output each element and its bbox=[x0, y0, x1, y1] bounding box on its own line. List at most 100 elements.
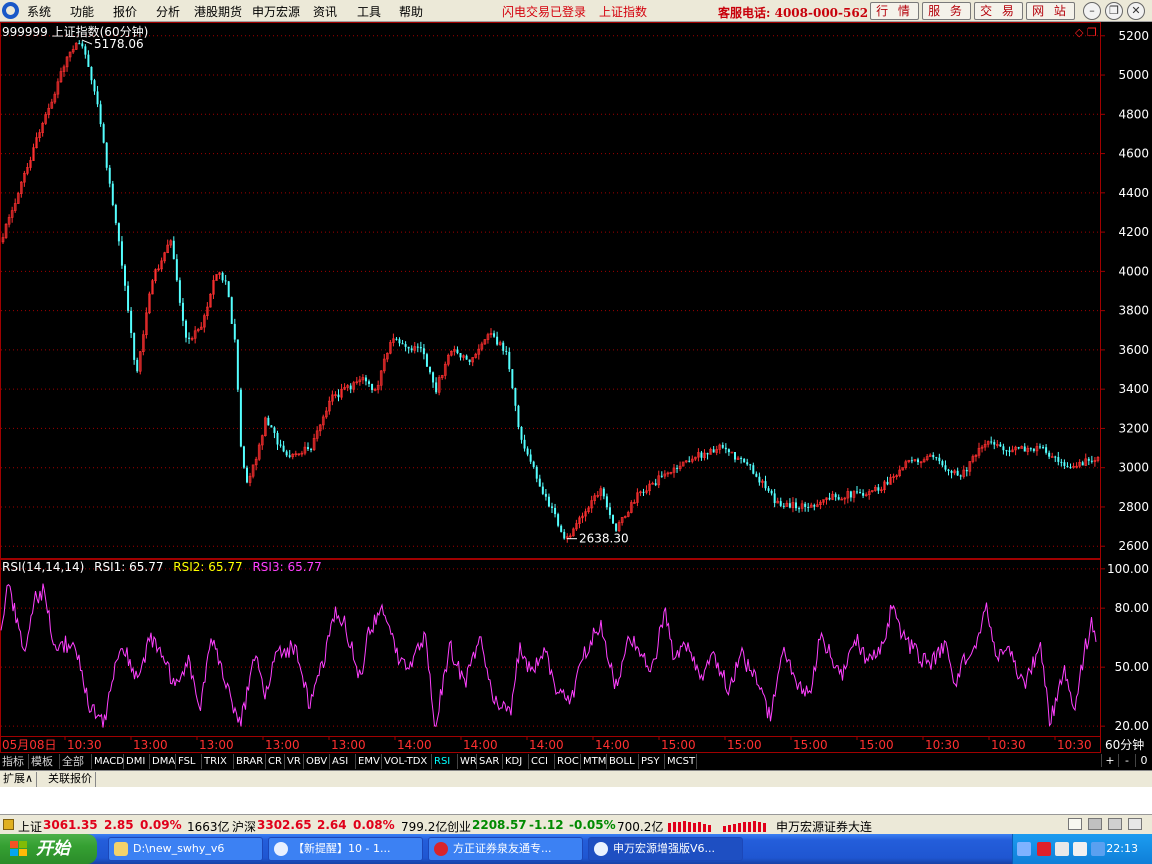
tab-macd[interactable]: MACD bbox=[92, 754, 124, 769]
tray-volume-icon[interactable] bbox=[1073, 842, 1087, 856]
tab-trix[interactable]: TRIX bbox=[202, 754, 234, 769]
candle-body bbox=[227, 281, 230, 298]
service-button[interactable]: 服 务 bbox=[922, 2, 971, 20]
candle-body bbox=[721, 444, 724, 448]
tab-emv[interactable]: EMV bbox=[356, 754, 382, 769]
task-founder[interactable]: 方正证券泉友通专... bbox=[428, 837, 583, 861]
breadth-bar bbox=[698, 822, 701, 832]
trade-button[interactable]: 交 易 bbox=[974, 2, 1023, 20]
close-icon[interactable]: ✕ bbox=[1127, 2, 1145, 20]
app-logo-icon[interactable] bbox=[2, 2, 19, 19]
candle-body bbox=[862, 493, 865, 496]
note-icon[interactable] bbox=[1068, 818, 1082, 830]
time-tick-label: 13:00 bbox=[133, 738, 168, 752]
settings-icon[interactable] bbox=[1128, 818, 1142, 830]
tab-mcst[interactable]: MCST bbox=[665, 754, 697, 769]
broker-name: 申万宏源证券大连 bbox=[776, 820, 873, 834]
tab-cr[interactable]: CR bbox=[266, 754, 285, 769]
tab-all[interactable]: 全部 bbox=[60, 754, 92, 769]
sh-name[interactable]: 上证 bbox=[18, 818, 42, 835]
tab-mtm[interactable]: MTM bbox=[581, 754, 607, 769]
hs-amount: 799.2亿 bbox=[401, 820, 448, 834]
chart-corner-icons[interactable]: ◇ ❐ bbox=[1075, 26, 1097, 39]
rsi-tick-label: 50.00 bbox=[1115, 660, 1149, 674]
tab-dmi[interactable]: DMI bbox=[124, 754, 150, 769]
zoom-diamond-icon[interactable]: ◇ bbox=[1075, 26, 1084, 39]
quote-menu-icon[interactable] bbox=[3, 819, 14, 830]
zoom-reset-button[interactable]: 0 bbox=[1135, 754, 1152, 767]
task-swhy[interactable]: 申万宏源增强版V6... bbox=[588, 837, 743, 861]
candle-body bbox=[544, 493, 547, 497]
tab-dma[interactable]: DMA bbox=[150, 754, 176, 769]
tab-obv[interactable]: OBV bbox=[304, 754, 330, 769]
tray-app-icon[interactable] bbox=[1037, 842, 1051, 856]
candle-body bbox=[188, 337, 191, 339]
menu-analysis[interactable]: 分析 bbox=[156, 3, 180, 20]
tab-boll[interactable]: BOLL bbox=[607, 754, 639, 769]
tray-network-icon[interactable] bbox=[1055, 842, 1069, 856]
menu-quote[interactable]: 报价 bbox=[113, 3, 137, 20]
candle-body bbox=[111, 183, 114, 205]
expand-tab[interactable]: 扩展∧ bbox=[0, 772, 38, 787]
tab-cci[interactable]: CCI bbox=[529, 754, 555, 769]
hs-pct: 0.08% bbox=[353, 818, 395, 832]
tab-psy[interactable]: PSY bbox=[639, 754, 665, 769]
menu-hk-futures[interactable]: 港股期货 bbox=[194, 3, 242, 20]
signal-icon[interactable] bbox=[1088, 818, 1102, 830]
task-browser[interactable]: 【新提醒】10 - 1... bbox=[268, 837, 423, 861]
window-icon[interactable]: ❐ bbox=[1087, 26, 1097, 39]
trade-login-status[interactable]: 闪电交易已登录 bbox=[502, 3, 586, 20]
breadth-bar bbox=[728, 825, 731, 832]
website-button[interactable]: 网 站 bbox=[1026, 2, 1075, 20]
breadth-bar bbox=[668, 823, 671, 832]
menu-tools[interactable]: 工具 bbox=[357, 3, 381, 20]
tab-template[interactable]: 模板 bbox=[29, 754, 60, 769]
candle-body bbox=[1066, 465, 1069, 468]
candle-body bbox=[102, 124, 105, 143]
related-quote-tab[interactable]: 关联报价 bbox=[45, 772, 96, 787]
tray-shield-icon[interactable] bbox=[1091, 842, 1105, 856]
candle-body bbox=[87, 54, 90, 67]
menu-system[interactable]: 系统 bbox=[27, 3, 51, 20]
tab-kdj[interactable]: KDJ bbox=[503, 754, 529, 769]
candle-body bbox=[1069, 467, 1072, 469]
tab-vol-tdx[interactable]: VOL-TDX bbox=[382, 754, 432, 769]
minimize-icon[interactable]: – bbox=[1083, 2, 1101, 20]
tab-fsl[interactable]: FSL bbox=[176, 754, 202, 769]
candle-body bbox=[538, 478, 541, 487]
tab-rsi[interactable]: RSI bbox=[432, 754, 458, 769]
restore-icon[interactable]: ❐ bbox=[1105, 2, 1123, 20]
cy-change: -1.12 bbox=[529, 818, 564, 832]
candle-body bbox=[84, 46, 87, 55]
candle-body bbox=[837, 497, 840, 500]
tab-indicator[interactable]: 指标 bbox=[0, 754, 29, 769]
menu-function[interactable]: 功能 bbox=[70, 3, 94, 20]
candle-body bbox=[734, 452, 736, 460]
zoom-in-button[interactable]: + bbox=[1101, 754, 1118, 767]
lock-icon[interactable] bbox=[1108, 818, 1122, 830]
zoom-out-button[interactable]: - bbox=[1118, 754, 1135, 767]
cy-name[interactable]: 创业 bbox=[447, 818, 471, 835]
task-folder[interactable]: D:\new_swhy_v6 bbox=[108, 837, 263, 861]
tab-wr[interactable]: WR bbox=[458, 754, 477, 769]
menu-swhy[interactable]: 申万宏源 bbox=[252, 3, 300, 20]
tab-vr[interactable]: VR bbox=[285, 754, 304, 769]
tab-roc[interactable]: ROC bbox=[555, 754, 581, 769]
start-button[interactable]: 开始 bbox=[0, 834, 97, 864]
candle-body bbox=[608, 507, 611, 516]
market-button[interactable]: 行 情 bbox=[870, 2, 919, 20]
menu-news[interactable]: 资讯 bbox=[313, 3, 337, 20]
menu-help[interactable]: 帮助 bbox=[399, 3, 423, 20]
candle-body bbox=[944, 465, 947, 470]
hs-name[interactable]: 沪深 bbox=[232, 818, 256, 835]
time-tick-label: 14:00 bbox=[463, 738, 498, 752]
candle-body bbox=[1054, 456, 1057, 458]
tray-arrow-icon[interactable] bbox=[1017, 842, 1031, 856]
tab-asi[interactable]: ASI bbox=[330, 754, 356, 769]
rsi-pane-border bbox=[0, 559, 1101, 737]
rsi-legend: RSI(14,14,14) RSI1: 65.77 RSI2: 65.77 RS… bbox=[2, 560, 322, 574]
windows-taskbar: 开始 D:\new_swhy_v6 【新提醒】10 - 1... 方正证券泉友通… bbox=[0, 834, 1152, 864]
tab-brar[interactable]: BRAR bbox=[234, 754, 266, 769]
chart-area[interactable]: 2600 2800 3000 3200 3400 3600 3800 4000 4200 4400… bbox=[0, 22, 1152, 753]
tab-sar[interactable]: SAR bbox=[477, 754, 503, 769]
